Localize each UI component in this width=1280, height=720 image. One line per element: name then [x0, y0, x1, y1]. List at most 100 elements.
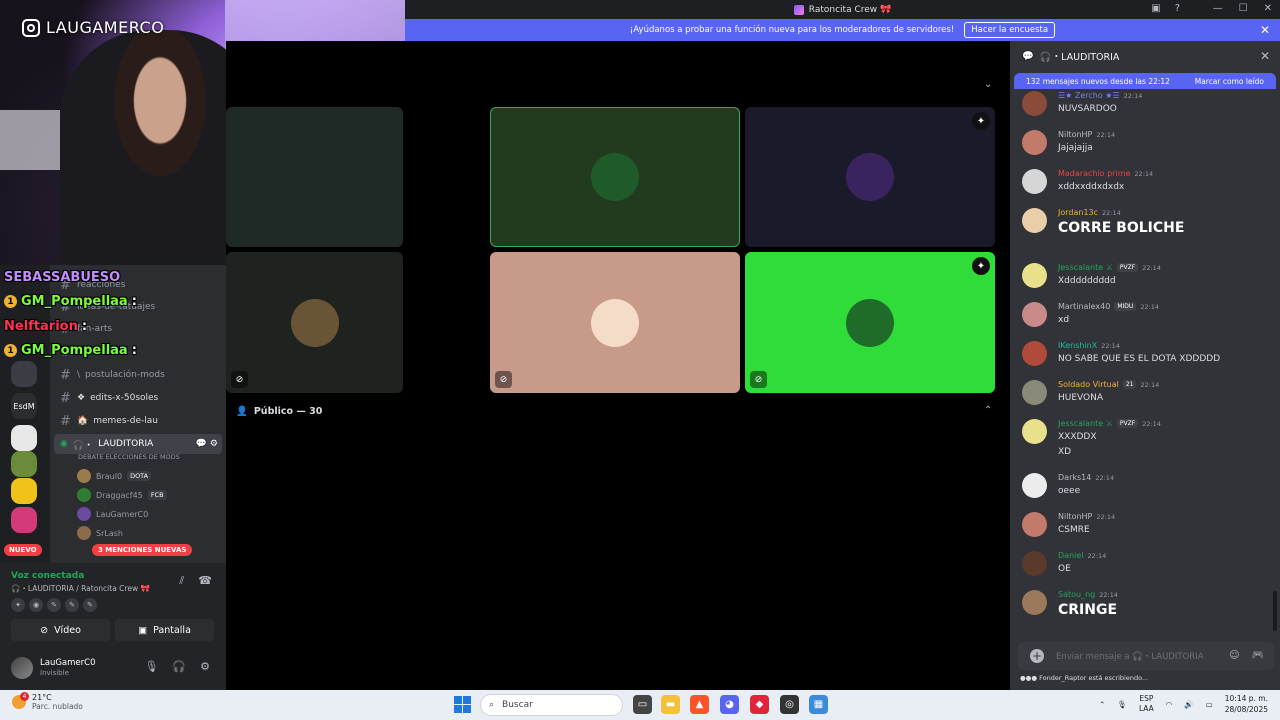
message-author[interactable]: Soldado Virtual — [1058, 380, 1119, 389]
microphone-icon[interactable]: 🎙 — [144, 660, 158, 673]
new-messages-bar[interactable]: 132 mensajes nuevos desde las 22:12 Marc… — [1014, 73, 1276, 89]
start-button[interactable] — [454, 696, 471, 713]
stickers-icon[interactable]: ✎ — [65, 598, 79, 612]
chevron-down-icon[interactable]: ⌄ — [984, 79, 992, 90]
headphones-icon[interactable]: 🎧 — [172, 660, 186, 673]
avatar[interactable] — [1022, 169, 1047, 194]
streaming-app-icon[interactable]: ◆ — [750, 695, 769, 714]
video-button[interactable]: ⊘ Vídeo — [11, 619, 110, 641]
avatar[interactable] — [1022, 590, 1047, 615]
avatar[interactable] — [1022, 512, 1047, 537]
message-author[interactable]: IKenshinX — [1058, 341, 1097, 350]
battery-icon[interactable]: ▭ — [1206, 700, 1213, 709]
channel-item[interactable]: # \ postulación-mods — [54, 365, 222, 385]
survey-button[interactable]: Hacer la encuesta — [964, 22, 1056, 38]
disconnect-icon[interactable]: ☎ — [198, 574, 212, 588]
weather-widget[interactable]: 4 21°C Parc. nublado — [12, 692, 83, 711]
avatar[interactable] — [1022, 419, 1047, 444]
calculator-icon[interactable]: ▦ — [809, 695, 828, 714]
avatar[interactable] — [1022, 130, 1047, 155]
help-icon[interactable]: ? — [1175, 3, 1180, 14]
server-icon[interactable] — [11, 507, 37, 533]
effects-icon[interactable]: ✎ — [47, 598, 61, 612]
emoji-icon[interactable]: ☺ — [1229, 650, 1239, 661]
server-icon[interactable] — [11, 451, 37, 477]
obs-icon[interactable]: ◎ — [780, 695, 799, 714]
message-author[interactable]: Jordan13c — [1058, 208, 1098, 217]
settings-gear-icon[interactable]: ⚙ — [200, 660, 210, 673]
avatar[interactable] — [1022, 91, 1047, 116]
tray-mic-icon[interactable]: 🎙 — [1117, 700, 1127, 709]
channel-item[interactable]: # 🏠 memes-de-lau — [54, 411, 222, 431]
avatar[interactable] — [1022, 551, 1047, 576]
message-author[interactable]: NiltonHP — [1058, 512, 1092, 521]
screen-share-button[interactable]: ▣ Pantalla — [115, 619, 214, 641]
tray-chevron-icon[interactable]: ⌃ — [1099, 700, 1105, 709]
add-attachment-icon[interactable]: + — [1030, 649, 1044, 663]
noise-suppression-icon[interactable]: ⫽ — [179, 574, 184, 588]
brave-browser-icon[interactable]: ▲ — [690, 695, 709, 714]
server-icon[interactable] — [11, 361, 37, 387]
task-view-icon[interactable]: ▭ — [633, 695, 652, 714]
mentions-badge[interactable]: 3 MENCIONES NUEVAS — [92, 544, 193, 556]
soundboard-icon[interactable]: ◉ — [29, 598, 43, 612]
pin-icon[interactable]: ✦ — [972, 112, 990, 130]
voice-user[interactable]: LauGamerC0 — [77, 505, 148, 523]
minimize-button[interactable]: — — [1213, 3, 1223, 14]
wifi-icon[interactable]: ◠ — [1166, 700, 1173, 709]
close-chat-icon[interactable]: ✕ — [1260, 49, 1270, 63]
participant-tile[interactable]: ✦ — [745, 107, 995, 247]
activity-icon[interactable]: ✦ — [11, 598, 25, 612]
file-explorer-icon[interactable]: ▬ — [661, 695, 680, 714]
message-author[interactable]: Jesscalante ⚔ — [1058, 419, 1113, 428]
new-badge[interactable]: NUEVO — [4, 544, 42, 556]
username[interactable]: LauGamerC0 — [40, 658, 95, 668]
avatar[interactable] — [1022, 380, 1047, 405]
avatar[interactable] — [1022, 302, 1047, 327]
volume-icon[interactable]: 🔊 — [1184, 700, 1193, 709]
pin-icon[interactable]: ✦ — [972, 257, 990, 275]
participant-tile[interactable]: ⊘ — [226, 252, 403, 393]
avatar[interactable] — [1022, 341, 1047, 366]
inbox-icon[interactable]: ▣ — [1151, 3, 1160, 14]
message-author[interactable]: ☰★ Zercho ★☰ — [1058, 91, 1120, 100]
clock[interactable]: 10:14 p. m. 28/08/2025 — [1225, 693, 1268, 715]
server-icon[interactable] — [11, 478, 37, 504]
public-section-header[interactable]: 👤 Público — 30 — [236, 406, 322, 417]
server-icon[interactable] — [11, 425, 37, 451]
message-author[interactable]: Martinalex40 — [1058, 302, 1110, 311]
message-author[interactable]: Daniel — [1058, 551, 1084, 560]
chat-scrollbar[interactable] — [1273, 591, 1277, 631]
avatar[interactable] — [11, 657, 33, 679]
channel-item[interactable]: # ❖ edits-x-50soles — [54, 388, 222, 408]
language-indicator[interactable]: ESP LAA — [1139, 694, 1154, 714]
participant-tile[interactable] — [226, 107, 403, 247]
message-author[interactable]: Madarachio prime — [1058, 169, 1130, 178]
close-window-button[interactable]: ✕ — [1264, 3, 1272, 14]
message-author[interactable]: Darks14 — [1058, 473, 1091, 482]
participant-tile[interactable]: ⊘ ✦ — [745, 252, 995, 393]
gamepad-icon[interactable]: 🎮 — [1252, 650, 1264, 661]
voice-channel-lauditoria[interactable]: ◉ 🎧・ LAUDITORIA 💬 ⚙ — [54, 434, 222, 454]
voice-location[interactable]: 🎧・LAUDITORIA / Ratoncita Crew 🎀 — [11, 583, 150, 594]
message-author[interactable]: Satou_ng — [1058, 590, 1095, 599]
taskbar-search[interactable]: ⌕ Buscar — [480, 694, 623, 716]
mark-read-button[interactable]: Marcar como leído — [1195, 77, 1264, 86]
voice-user[interactable]: SrLash — [77, 524, 123, 542]
voice-user[interactable]: Draggacf45 FCB — [77, 486, 167, 504]
chevron-up-icon[interactable]: ⌃ — [984, 405, 992, 416]
server-icon[interactable]: EsdM — [11, 393, 37, 419]
maximize-button[interactable]: ☐ — [1239, 3, 1248, 14]
participant-tile[interactable] — [490, 107, 740, 247]
message-author[interactable]: Jesscalante ⚔ — [1058, 263, 1113, 272]
discord-icon[interactable]: ◕ — [720, 695, 739, 714]
avatar[interactable] — [1022, 263, 1047, 288]
voice-user[interactable]: Braul0 DOTA — [77, 467, 152, 485]
message-input[interactable]: + Enviar mensaje a 🎧・LAUDITORIA ☺ 🎮 — [1018, 642, 1274, 670]
participant-tile[interactable]: ⊘ — [490, 252, 740, 393]
banner-close-icon[interactable]: ✕ — [1260, 23, 1270, 37]
avatar[interactable] — [1022, 473, 1047, 498]
message-author[interactable]: NiltonHP — [1058, 130, 1092, 139]
avatar[interactable] — [1022, 208, 1047, 233]
games-icon[interactable]: ✎ — [83, 598, 97, 612]
